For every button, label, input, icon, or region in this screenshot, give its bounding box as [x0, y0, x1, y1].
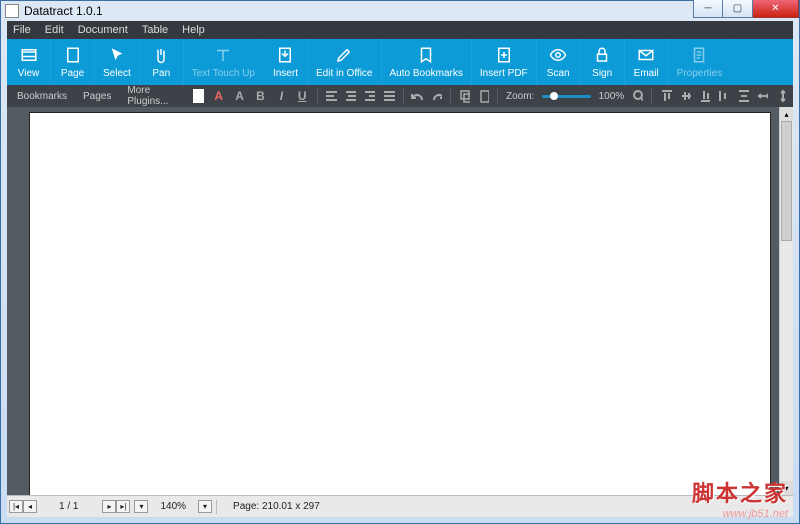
menu-file[interactable]: File [13, 24, 31, 36]
separator [450, 89, 451, 103]
tab-bookmarks[interactable]: Bookmarks [13, 91, 71, 102]
scroll-up-button[interactable]: ▴ [780, 107, 793, 121]
scan-button[interactable]: Scan [537, 39, 581, 85]
email-button[interactable]: Email [625, 39, 669, 85]
title-bar[interactable]: Datatract 1.0.1 ─ ▢ ✕ [1, 1, 799, 21]
menu-table[interactable]: Table [142, 24, 168, 36]
menu-document[interactable]: Document [78, 24, 128, 36]
ribbon-toolbar: View Page Select Pan Text Touch Up Inser… [7, 39, 793, 85]
window-title: Datatract 1.0.1 [24, 4, 103, 18]
bookmark-icon [417, 46, 435, 64]
page-dimensions: Page: 210.01 x 297 [221, 501, 320, 512]
pan-button[interactable]: Pan [140, 39, 184, 85]
align-justify-icon[interactable] [383, 89, 394, 103]
copy-icon[interactable] [459, 89, 470, 103]
menu-bar: File Edit Document Table Help [7, 21, 793, 39]
next-page-button[interactable]: ▸ [102, 500, 116, 513]
tab-more-plugins[interactable]: More Plugins... [123, 85, 185, 107]
prev-page-button[interactable]: ◂ [23, 500, 37, 513]
bold-button[interactable]: B [254, 88, 267, 104]
separator [651, 89, 652, 103]
maximize-button[interactable]: ▢ [723, 0, 753, 18]
zoom-label: Zoom: [506, 91, 534, 102]
view-button[interactable]: View [7, 39, 51, 85]
width-icon[interactable] [757, 89, 768, 103]
pencil-icon [335, 46, 353, 64]
align-right-icon[interactable] [364, 89, 375, 103]
align-v-bot-icon[interactable] [699, 89, 710, 103]
text-icon [214, 46, 232, 64]
distribute-h-icon[interactable] [718, 89, 729, 103]
scroll-thumb[interactable] [781, 121, 792, 241]
italic-button[interactable]: I [275, 88, 288, 104]
zoom-slider[interactable] [542, 95, 590, 98]
pdf-icon [495, 46, 513, 64]
eye-icon [20, 46, 38, 64]
align-center-icon[interactable] [345, 89, 356, 103]
vertical-scrollbar[interactable]: ▴ ▾ [779, 107, 793, 495]
align-v-mid-icon[interactable] [680, 89, 691, 103]
separator [216, 500, 217, 514]
separator [403, 89, 404, 103]
font-color-button[interactable]: A [212, 88, 225, 104]
text-touchup-button[interactable]: Text Touch Up [184, 39, 264, 85]
properties-button[interactable]: Properties [669, 39, 732, 85]
lock-icon [593, 46, 611, 64]
page-icon [64, 46, 82, 64]
status-zoom: 140% [148, 501, 198, 512]
select-button[interactable]: Select [95, 39, 140, 85]
sign-button[interactable]: Sign [581, 39, 625, 85]
redo-icon[interactable] [431, 89, 442, 103]
close-button[interactable]: ✕ [753, 0, 799, 18]
minimize-button[interactable]: ─ [693, 0, 723, 18]
status-bar: |◂ ◂ 1 / 1 ▸ ▸| ▾ 140% ▾ Page: 210.01 x … [7, 495, 793, 517]
scan-icon [549, 46, 567, 64]
insert-pdf-button[interactable]: Insert PDF [472, 39, 537, 85]
underline-button[interactable]: U [296, 88, 309, 104]
insert-button[interactable]: Insert [264, 39, 308, 85]
menu-help[interactable]: Help [182, 24, 205, 36]
client-area: File Edit Document Table Help View Page … [7, 21, 793, 517]
window-frame: Datatract 1.0.1 ─ ▢ ✕ File Edit Document… [0, 0, 800, 524]
cursor-icon [108, 46, 126, 64]
align-v-top-icon[interactable] [660, 89, 671, 103]
email-icon [637, 46, 655, 64]
font-size-button[interactable]: A [233, 88, 246, 104]
tab-pages[interactable]: Pages [79, 91, 115, 102]
document-area: ▴ ▾ [7, 107, 793, 495]
edit-office-button[interactable]: Edit in Office [308, 39, 382, 85]
paste-icon[interactable] [478, 89, 489, 103]
auto-bookmarks-button[interactable]: Auto Bookmarks [382, 39, 472, 85]
insert-icon [276, 46, 294, 64]
page-canvas[interactable] [30, 113, 770, 495]
search-icon[interactable] [632, 89, 643, 103]
format-toolbar: Bookmarks Pages More Plugins... A A B I … [7, 85, 793, 107]
height-icon[interactable] [776, 89, 787, 103]
align-left-icon[interactable] [325, 89, 336, 103]
undo-icon[interactable] [411, 89, 422, 103]
zoom-dropdown-button[interactable]: ▾ [198, 500, 212, 513]
first-page-button[interactable]: |◂ [9, 500, 23, 513]
doc-icon [690, 46, 708, 64]
zoom-value: 100% [599, 91, 625, 102]
page-dropdown-button[interactable]: ▾ [134, 500, 148, 513]
hand-icon [152, 46, 170, 64]
separator [497, 89, 498, 103]
page-button[interactable]: Page [51, 39, 95, 85]
last-page-button[interactable]: ▸| [116, 500, 130, 513]
distribute-v-icon[interactable] [737, 89, 748, 103]
page-counter: 1 / 1 [37, 501, 100, 512]
menu-edit[interactable]: Edit [45, 24, 64, 36]
scroll-down-button[interactable]: ▾ [780, 481, 793, 495]
color-swatch[interactable] [193, 89, 204, 103]
separator [317, 89, 318, 103]
app-icon [5, 4, 19, 18]
